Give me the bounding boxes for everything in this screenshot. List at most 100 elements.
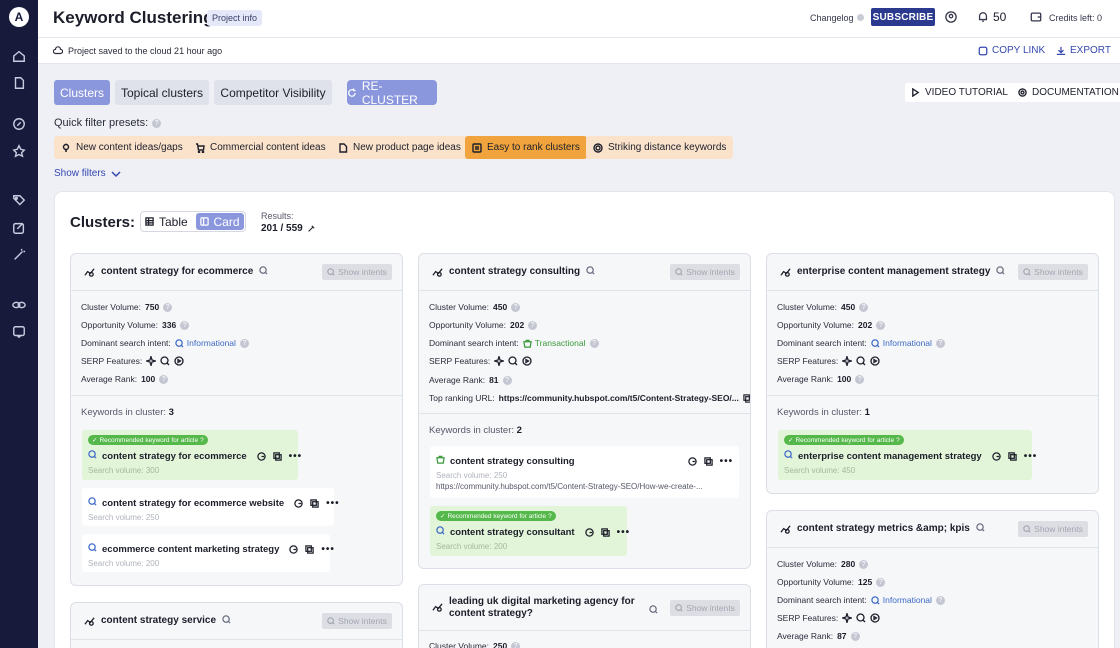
edit-pencil-icon[interactable] (307, 224, 315, 233)
help-icon[interactable]: ? (548, 513, 552, 520)
help-icon[interactable]: ? (163, 302, 173, 312)
tab-topical-clusters[interactable]: Topical clusters (115, 80, 209, 105)
cluster-title[interactable]: content strategy service (101, 615, 231, 627)
card-view-button[interactable]: Card (196, 213, 244, 230)
search-icon[interactable] (649, 603, 658, 617)
tab-competitor-visibility[interactable]: Competitor Visibility (214, 80, 332, 105)
preset-commercial-content-ideas[interactable]: Commercial content ideas (188, 136, 333, 159)
google-icon[interactable] (584, 527, 594, 537)
user-icon[interactable] (945, 11, 957, 23)
copy-icon[interactable] (743, 393, 751, 403)
help-icon[interactable]: ? (511, 302, 521, 312)
help-icon[interactable]: ? (589, 338, 599, 348)
help-icon[interactable]: ? (511, 641, 521, 648)
show-filters-toggle[interactable]: Show filters (54, 168, 121, 179)
keyword-item[interactable]: ✓ Recommended keyword for article ? cont… (430, 506, 629, 556)
copy-icon[interactable] (272, 451, 282, 461)
help-icon[interactable]: ? (180, 320, 190, 330)
tag-icon[interactable] (11, 193, 27, 209)
more-options-icon[interactable]: ••• (326, 498, 340, 509)
changelog-link[interactable]: Changelog (810, 13, 854, 23)
help-icon[interactable]: ? (528, 320, 538, 330)
cluster-title[interactable]: enterprise content management strategy (797, 266, 1005, 278)
more-options-icon[interactable]: ••• (321, 544, 335, 555)
preset-striking-distance-keywords[interactable]: Striking distance keywords (586, 136, 734, 159)
recluster-button[interactable]: RE-CLUSTER (347, 79, 437, 107)
app-logo[interactable]: A (9, 7, 29, 27)
google-icon[interactable] (687, 456, 697, 466)
preset-easy-to-rank-clusters[interactable]: Easy to rank clusters (465, 136, 587, 159)
export-button[interactable]: EXPORT (1056, 45, 1111, 56)
cluster-title[interactable]: content strategy for ecommerce (101, 266, 268, 278)
cluster-title[interactable]: leading uk digital marketing agency for … (449, 596, 654, 620)
subscribe-button[interactable]: SUBSCRIBE (871, 8, 935, 26)
compass-icon[interactable] (11, 116, 27, 132)
star-icon[interactable] (11, 143, 27, 159)
documentation-button[interactable]: DOCUMENTATION (1012, 83, 1120, 102)
keyword-item[interactable]: ecommerce content marketing strategy ••• … (82, 534, 334, 572)
google-icon[interactable] (992, 451, 1001, 461)
help-icon[interactable]: ? (239, 338, 249, 348)
keyword-item[interactable]: content strategy consulting ••• Search vo… (430, 446, 739, 498)
help-icon[interactable]: ? (876, 577, 886, 587)
copy-link-button[interactable]: COPY LINK (978, 45, 1045, 56)
top-url-value[interactable]: https://community.hubspot.com/t5/Content… (499, 393, 739, 403)
preset-new-content-ideas[interactable]: New content ideas/gaps (54, 136, 190, 159)
show-intents-button[interactable]: Show intents (322, 264, 392, 280)
more-options-icon[interactable]: ••• (1024, 451, 1038, 462)
search-icon[interactable] (586, 266, 595, 278)
chat-icon[interactable] (11, 324, 27, 340)
link-icon[interactable] (11, 297, 27, 313)
help-icon[interactable]: ? (159, 374, 169, 384)
more-options-icon[interactable]: ••• (617, 527, 631, 538)
google-icon[interactable] (294, 498, 303, 508)
copy-icon[interactable] (305, 544, 315, 554)
show-intents-button[interactable]: Show intents (670, 600, 740, 616)
copy-icon[interactable] (1008, 451, 1017, 461)
more-options-icon[interactable]: ••• (720, 456, 734, 467)
show-intents-button[interactable]: Show intents (1018, 521, 1088, 537)
edit-icon[interactable] (11, 220, 27, 236)
keyword-item[interactable]: content strategy for ecommerce website ••… (82, 488, 339, 526)
magic-wand-icon[interactable] (11, 247, 27, 263)
keyword-item[interactable]: ✓ Recommended keyword for article ? cont… (82, 430, 301, 480)
help-icon[interactable]: ? (502, 375, 512, 385)
search-icon[interactable] (976, 523, 985, 535)
home-icon[interactable] (11, 48, 27, 64)
keywords-in-cluster: Keywords in cluster: 3 (81, 407, 174, 418)
table-view-button[interactable]: Table (145, 214, 188, 229)
help-icon[interactable]: ? (935, 338, 945, 348)
more-options-icon[interactable]: ••• (289, 451, 303, 462)
cluster-title[interactable]: content strategy consulting (449, 266, 595, 278)
video-tutorial-button[interactable]: VIDEO TUTORIAL (905, 83, 1014, 102)
search-icon[interactable] (259, 266, 268, 278)
help-icon[interactable]: ? (200, 437, 204, 444)
cluster-title[interactable]: content strategy metrics &amp; kpis (797, 523, 985, 535)
help-icon[interactable]: ? (876, 320, 886, 330)
preset-new-product-page-ideas[interactable]: New product page ideas (331, 136, 468, 159)
help-icon[interactable]: ? (896, 437, 900, 444)
document-icon[interactable] (11, 75, 27, 91)
keyword-url[interactable]: https://community.hubspot.com/t5/Content… (436, 482, 703, 491)
show-intents-button[interactable]: Show intents (670, 264, 740, 280)
help-icon[interactable]: ? (935, 595, 945, 605)
cluster-title-text: leading uk digital marketing agency for … (449, 596, 635, 619)
help-icon[interactable]: ? (152, 118, 162, 128)
keyword-item[interactable]: ✓ Recommended keyword for article ? ente… (778, 430, 1036, 480)
google-icon[interactable] (256, 451, 266, 461)
tab-clusters[interactable]: Clusters (54, 80, 110, 105)
help-icon[interactable]: ? (850, 631, 860, 641)
copy-icon[interactable] (600, 527, 610, 537)
bell-icon[interactable] (977, 11, 989, 23)
copy-icon[interactable] (703, 456, 713, 466)
search-icon[interactable] (222, 615, 231, 627)
search-icon[interactable] (996, 266, 1005, 278)
show-intents-button[interactable]: Show intents (1018, 264, 1088, 280)
help-icon[interactable]: ? (855, 374, 865, 384)
help-icon[interactable]: ? (859, 559, 869, 569)
help-icon[interactable]: ? (859, 302, 869, 312)
google-icon[interactable] (289, 544, 299, 554)
show-intents-button[interactable]: Show intents (322, 613, 392, 629)
project-info-badge[interactable]: Project info (207, 10, 263, 26)
copy-icon[interactable] (310, 498, 319, 508)
